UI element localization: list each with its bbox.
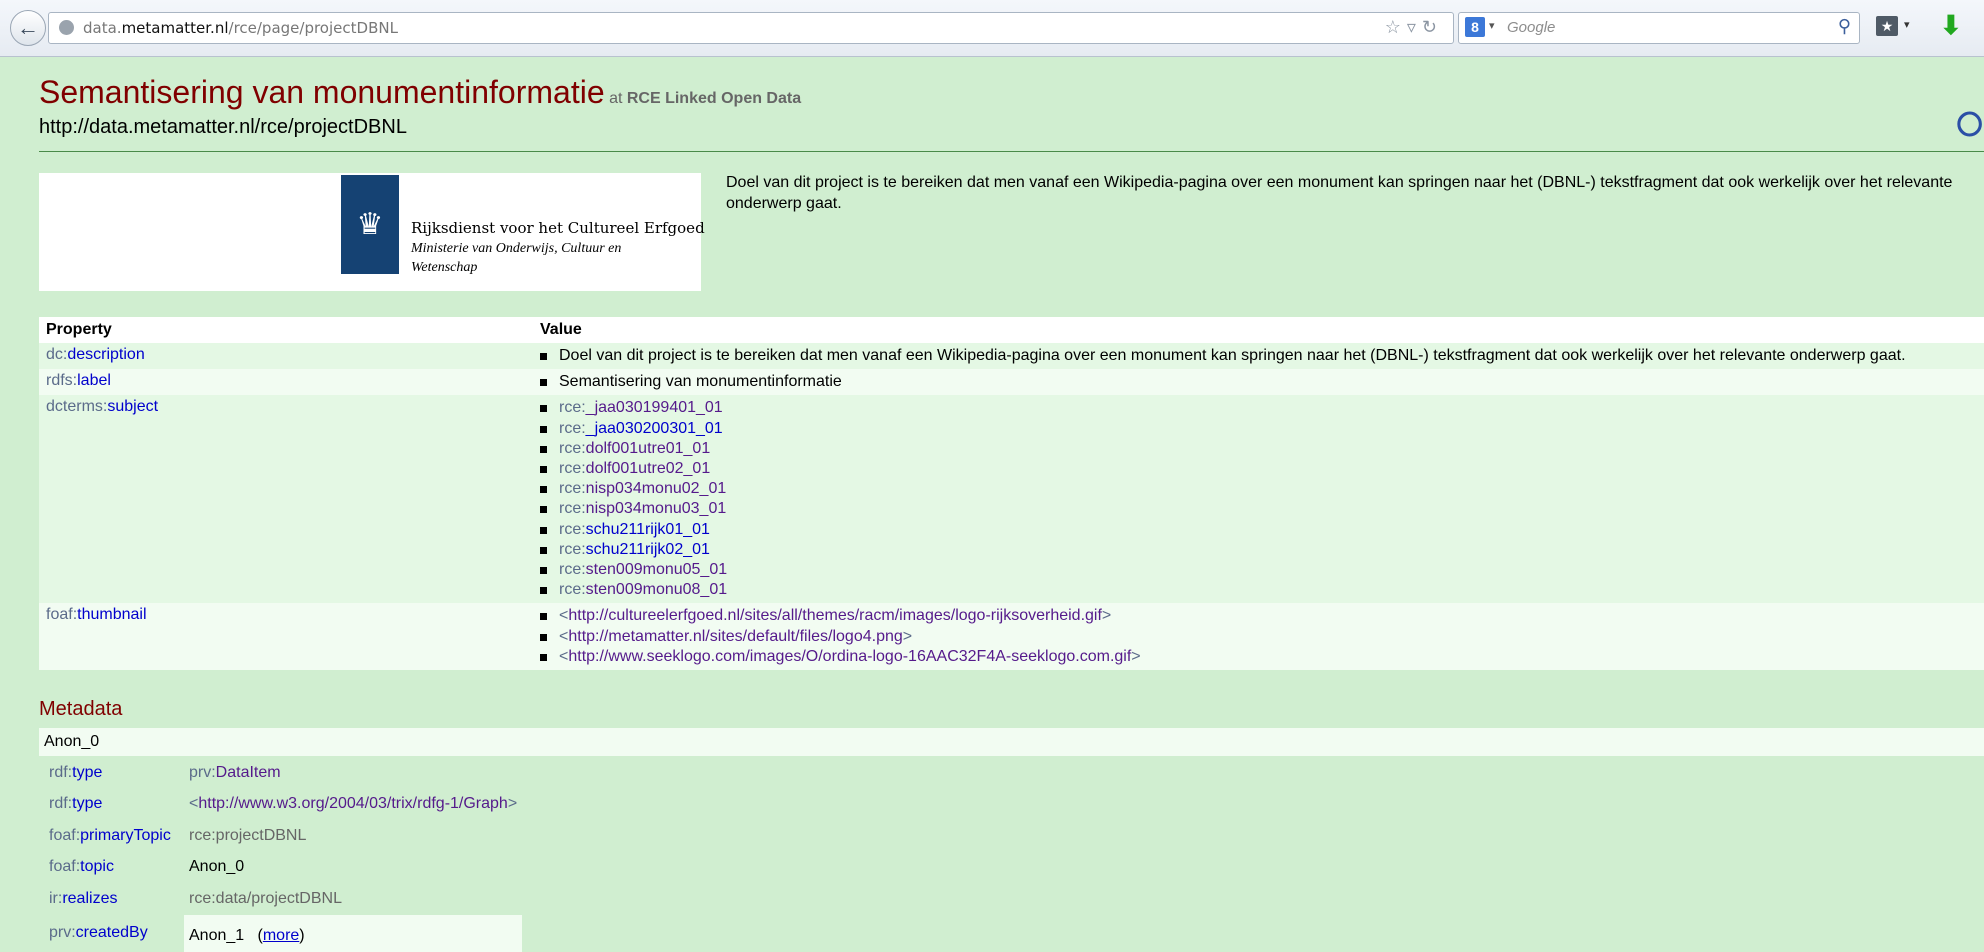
table-row: foaf:thumbnail <http://cultureelerfgoed.… <box>39 603 1984 670</box>
meta-value[interactable]: rce:projectDBNL <box>184 820 522 852</box>
bookmarks-dropdown-icon[interactable]: ▾ <box>1904 18 1910 31</box>
column-header-property: Property <box>39 317 533 343</box>
property-cell[interactable]: dc:description <box>39 343 533 369</box>
url-text[interactable]: data.metamatter.nl/rce/page/projectDBNL <box>83 19 398 37</box>
table-row: prv:createdBy Anon_1 (more) <box>44 915 522 952</box>
intro-description: Doel van dit project is te bereiken dat … <box>726 172 1956 214</box>
meta-key[interactable]: ir:realizes <box>44 883 184 915</box>
table-row: dc:description Doel van dit project is t… <box>39 343 1984 369</box>
coat-of-arms-icon: ♛ <box>341 175 399 274</box>
meta-value: Anon_1 (more) <box>184 915 522 952</box>
table-row: rdf:type prv:DataItem <box>44 757 522 789</box>
thumbnail-link[interactable]: <http://cultureelerfgoed.nl/sites/all/th… <box>540 606 1977 626</box>
logo-org-name: Rijksdienst voor het Cultureel Erfgoed <box>411 219 705 237</box>
globe-icon <box>59 20 74 35</box>
meta-value[interactable]: rce:data/projectDBNL <box>184 883 522 915</box>
value-cell: rce:_jaa030199401_01 rce:_jaa030200301_0… <box>533 395 1984 603</box>
subject-link[interactable]: rce:dolf001utre01_01 <box>540 439 1977 459</box>
meta-value[interactable]: prv:DataItem <box>184 757 522 789</box>
table-row: rdf:type <http://www.w3.org/2004/03/trix… <box>44 789 522 821</box>
subject-link[interactable]: rce:sten009monu05_01 <box>540 560 1977 580</box>
back-button[interactable]: ← <box>10 10 46 46</box>
logo-org-sub: Ministerie van Onderwijs, Cultuur en Wet… <box>411 239 671 277</box>
share-icon[interactable]: ⭘ <box>1956 106 1983 145</box>
meta-value[interactable]: <http://www.w3.org/2004/03/trix/rdfg-1/G… <box>184 789 522 821</box>
thumbnail-link[interactable]: <http://metamatter.nl/sites/default/file… <box>540 627 1977 647</box>
thumbnail-link[interactable]: <http://www.seeklogo.com/images/O/ordina… <box>540 647 1977 667</box>
value-cell: Semantisering van monumentinformatie <box>533 369 1984 395</box>
list-item: Semantisering van monumentinformatie <box>540 372 1977 392</box>
subject-link[interactable]: rce:dolf001utre02_01 <box>540 459 1977 479</box>
subject-link[interactable]: rce:nisp034monu03_01 <box>540 499 1977 519</box>
metadata-heading: Metadata <box>39 698 122 721</box>
reload-icon[interactable]: ↻ <box>1422 17 1443 37</box>
search-bar[interactable]: 8 ▾ Google ⚲ <box>1458 12 1860 44</box>
search-icon[interactable]: ⚲ <box>1838 16 1851 37</box>
meta-key[interactable]: prv:createdBy <box>44 915 184 952</box>
bookmark-star-icon[interactable]: ☆ <box>1385 17 1407 37</box>
subject-link[interactable]: rce:schu211rijk01_01 <box>540 520 1977 540</box>
subject-link[interactable]: rce:sten009monu08_01 <box>540 580 1977 600</box>
meta-key[interactable]: foaf:topic <box>44 852 184 884</box>
page-title: Semantisering van monumentinformatie <box>39 74 605 110</box>
meta-key[interactable]: rdf:type <box>44 789 184 821</box>
property-cell[interactable]: rdfs:label <box>39 369 533 395</box>
subject-link[interactable]: rce:nisp034monu02_01 <box>540 479 1977 499</box>
value-cell: Doel van dit project is te bereiken dat … <box>533 343 1984 369</box>
subject-link[interactable]: rce:_jaa030199401_01 <box>540 398 1977 418</box>
site-name[interactable]: RCE Linked Open Data <box>627 90 801 107</box>
subject-link[interactable]: rce:_jaa030200301_01 <box>540 419 1977 439</box>
browser-toolbar: ← data.metamatter.nl/rce/page/projectDBN… <box>0 0 1984 57</box>
table-row: dcterms:subject rce:_jaa030199401_01 rce… <box>39 395 1984 603</box>
list-item: Doel van dit project is te bereiken dat … <box>540 346 1977 366</box>
google-engine-icon[interactable]: 8 <box>1465 17 1485 37</box>
back-arrow-icon: ← <box>17 15 39 41</box>
column-header-value: Value <box>533 317 1984 343</box>
page-heading: Semantisering van monumentinformatie at … <box>39 74 801 111</box>
engine-dropdown-icon[interactable]: ▾ <box>1489 19 1495 32</box>
value-cell: <http://cultureelerfgoed.nl/sites/all/th… <box>533 603 1984 670</box>
bookmarks-icon[interactable]: ★ <box>1876 16 1898 36</box>
anon-node-label: Anon_0 <box>44 733 99 751</box>
property-cell[interactable]: dcterms:subject <box>39 395 533 603</box>
property-cell[interactable]: foaf:thumbnail <box>39 603 533 670</box>
created-by-anon: Anon_1 <box>189 927 244 944</box>
meta-key[interactable]: foaf:primaryTopic <box>44 820 184 852</box>
meta-key[interactable]: rdf:type <box>44 757 184 789</box>
meta-value: Anon_0 <box>184 852 522 884</box>
table-row: foaf:topic Anon_0 <box>44 852 522 884</box>
address-bar[interactable]: data.metamatter.nl/rce/page/projectDBNL … <box>48 12 1454 44</box>
search-placeholder[interactable]: Google <box>1507 19 1555 36</box>
resource-uri: http://data.metamatter.nl/rce/projectDBN… <box>39 116 407 139</box>
header-divider <box>39 151 1984 152</box>
table-row: foaf:primaryTopic rce:projectDBNL <box>44 820 522 852</box>
thumbnail-logo: ♛ Rijksdienst voor het Cultureel Erfgoed… <box>39 173 701 291</box>
table-row: rdfs:label Semantisering van monumentinf… <box>39 369 1984 395</box>
anon-node-bar: Anon_0 <box>39 728 1984 756</box>
subject-link[interactable]: rce:schu211rijk02_01 <box>540 540 1977 560</box>
more-link[interactable]: more <box>263 927 299 944</box>
history-dropdown-icon[interactable]: ▿ <box>1407 17 1422 37</box>
metadata-table: rdf:type prv:DataItem rdf:type <http://w… <box>44 757 522 952</box>
at-label: at <box>609 90 622 107</box>
table-row: ir:realizes rce:data/projectDBNL <box>44 883 522 915</box>
download-icon[interactable]: ⬇ <box>1940 10 1962 41</box>
properties-table: Property Value dc:description Doel van d… <box>39 317 1984 670</box>
